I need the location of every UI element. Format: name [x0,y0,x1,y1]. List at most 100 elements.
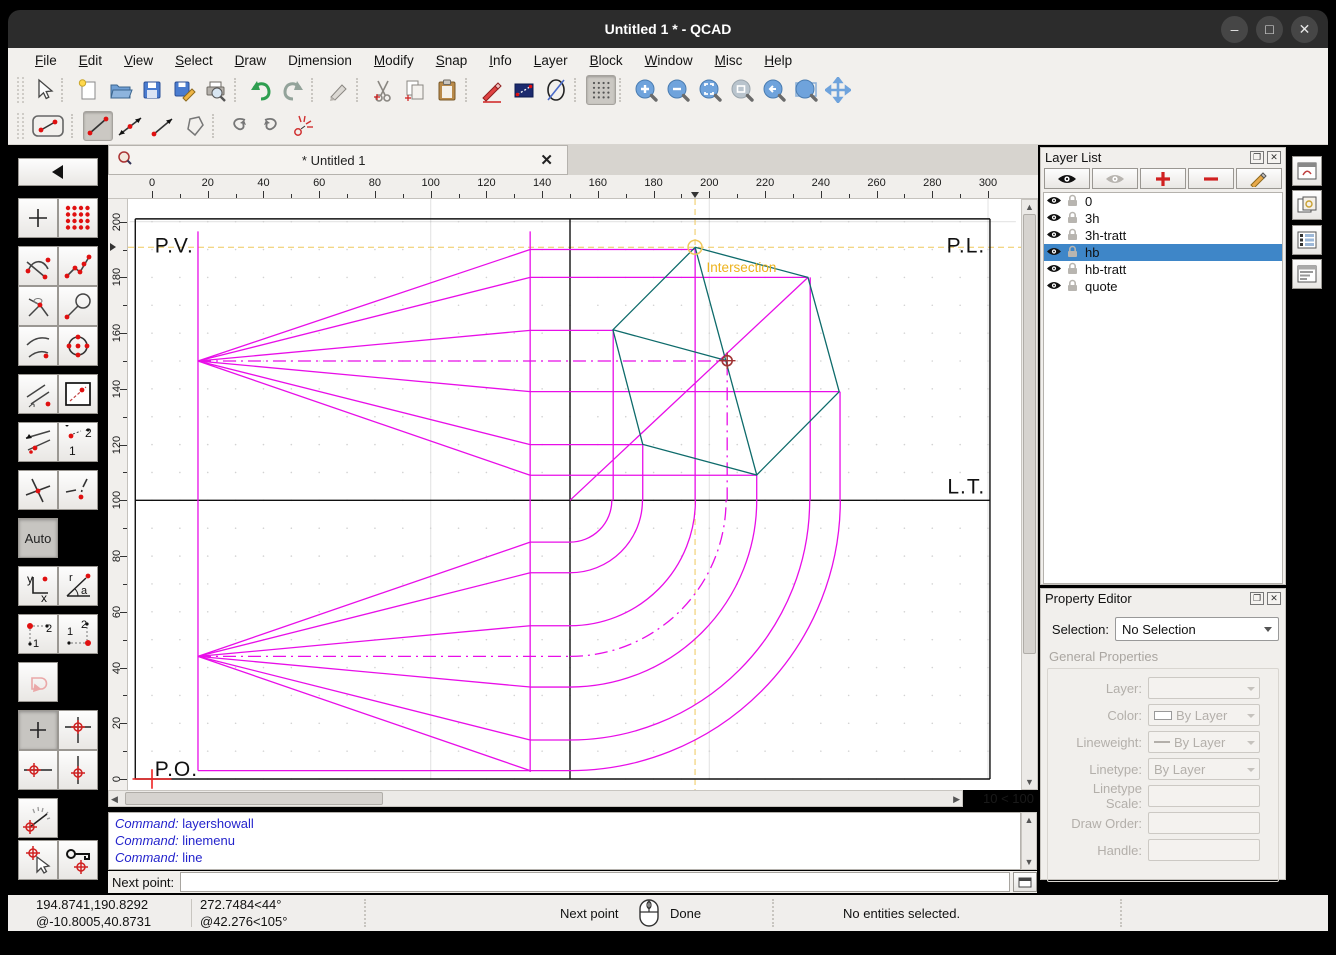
line-2points-icon[interactable] [83,111,113,141]
menu-view[interactable]: View [113,51,164,70]
pen-icon[interactable] [477,75,507,105]
add-layer-button[interactable] [1140,168,1186,189]
tool-restrict-off-faded[interactable] [18,662,58,702]
dock-block-list-button[interactable] [1292,190,1322,220]
tool-perpendicular[interactable] [58,470,98,510]
zoom-out-icon[interactable] [663,75,693,105]
remove-layer-button[interactable] [1188,168,1234,189]
menu-draw[interactable]: Draw [224,51,278,70]
tool-line-box[interactable] [58,374,98,414]
undo-segment-icon[interactable] [224,111,254,141]
tool-restrict-h[interactable] [18,750,58,790]
menu-dimension[interactable]: Dimension [277,51,363,70]
undo-icon[interactable] [246,75,276,105]
tool-restrict-v[interactable] [58,750,98,790]
eye-icon[interactable] [1046,279,1062,294]
new-file-icon[interactable] [73,75,103,105]
zoom-window-icon[interactable] [791,75,821,105]
paste-icon[interactable] [432,75,462,105]
tool-auto[interactable]: Auto [18,518,58,558]
panel-float-icon[interactable]: ❐ [1250,591,1264,605]
menu-block[interactable]: Block [579,51,634,70]
menu-edit[interactable]: Edit [68,51,113,70]
menu-file[interactable]: File [24,51,68,70]
layer-row-hb[interactable]: hb [1044,244,1282,261]
layer-row-3h-tratt[interactable]: 3h-tratt [1044,227,1282,244]
tool-circle-tangent[interactable] [58,286,98,326]
cursor-icon[interactable] [28,75,58,105]
tool-restrict-none[interactable] [18,710,58,750]
toolbar-drag-handle[interactable] [17,113,24,139]
tool-polyline-points[interactable] [58,246,98,286]
copy-icon[interactable] [400,75,430,105]
lock-icon[interactable] [1066,262,1079,278]
dock-command-line-button[interactable] [1292,259,1322,289]
tool-tangent-two[interactable] [18,422,58,462]
tool-sequence-12[interactable]: 12 [58,422,98,462]
menu-modify[interactable]: Modify [363,51,425,70]
tool-coord-polar[interactable]: ra [58,566,98,606]
drawing-canvas[interactable]: P.V. P.L. L.T. P.O. Intersection [128,188,1021,790]
tool-snap-angle[interactable] [18,798,58,838]
panel-float-icon[interactable]: ❐ [1250,150,1264,164]
line-back-icon[interactable] [28,111,68,141]
selection-combobox[interactable]: No Selection [1115,617,1279,641]
menu-snap[interactable]: Snap [425,51,479,70]
scroll-left-icon[interactable]: ◀ [111,794,118,805]
menu-info[interactable]: Info [478,51,523,70]
eye-icon[interactable] [1046,262,1062,277]
snap-restart-icon[interactable] [288,111,318,141]
zoom-previous-icon[interactable] [759,75,789,105]
lock-icon[interactable] [1066,279,1079,295]
menu-misc[interactable]: Misc [704,51,754,70]
lock-icon[interactable] [1066,245,1079,261]
tool-rel-steps-a[interactable]: 12 [18,614,58,654]
layer-row-0[interactable]: 0 [1044,193,1282,210]
tool-tangent-point[interactable] [18,286,58,326]
menu-layer[interactable]: Layer [523,51,579,70]
menu-select[interactable]: Select [164,51,224,70]
tool-restrict-ortho[interactable] [58,710,98,750]
minimize-button[interactable]: – [1221,16,1248,43]
lock-icon[interactable] [1066,211,1079,227]
menu-window[interactable]: Window [634,51,704,70]
grid-toggle-icon[interactable] [586,75,616,105]
command-scrollbar[interactable]: ▲ ▼ [1021,812,1037,870]
redo-segment-icon[interactable] [256,111,286,141]
scroll-right-icon[interactable]: ▶ [953,794,960,805]
eye-icon[interactable] [1046,194,1062,209]
tool-parallel[interactable] [18,374,58,414]
xline-icon[interactable] [115,111,145,141]
lock-icon[interactable] [1066,228,1079,244]
tool-back[interactable] [18,158,98,186]
layer-row-hb-tratt[interactable]: hb-tratt [1044,261,1282,278]
command-input[interactable] [180,872,1010,892]
panel-close-icon[interactable]: ✕ [1267,150,1281,164]
layer-row-3h[interactable]: 3h [1044,210,1282,227]
open-file-icon[interactable] [105,75,135,105]
tool-rel-steps-b[interactable]: 12 [58,614,98,654]
tab-close-icon[interactable]: ✕ [534,151,559,169]
tool-snap-cursor[interactable] [18,840,58,880]
tool-intersection[interactable] [18,470,58,510]
redo-icon[interactable] [278,75,308,105]
close-button[interactable]: ✕ [1291,16,1318,43]
dock-layer-list-button[interactable] [1292,225,1322,255]
scroll-down-icon[interactable]: ▼ [1022,777,1037,787]
dock-library-browser-button[interactable] [1292,156,1322,186]
tool-coord-xy[interactable]: yx [18,566,58,606]
cmd-scroll-up-icon[interactable]: ▲ [1022,815,1036,825]
freehand-icon[interactable] [179,111,209,141]
edit-layer-button[interactable] [1236,168,1282,189]
toolbar-drag-handle[interactable] [17,77,24,103]
lock-icon[interactable] [1066,194,1079,210]
zoom-in-icon[interactable] [631,75,661,105]
document-tab[interactable]: * Untitled 1 ✕ [108,145,568,175]
scroll-up-icon[interactable]: ▲ [1022,202,1037,212]
panel-close-icon[interactable]: ✕ [1267,591,1281,605]
eye-icon[interactable] [1046,211,1062,226]
show-all-layers-button[interactable] [1044,168,1090,189]
cmd-scroll-down-icon[interactable]: ▼ [1022,857,1036,867]
tool-point-grid[interactable] [58,198,98,238]
tool-two-arcs[interactable] [18,326,58,366]
